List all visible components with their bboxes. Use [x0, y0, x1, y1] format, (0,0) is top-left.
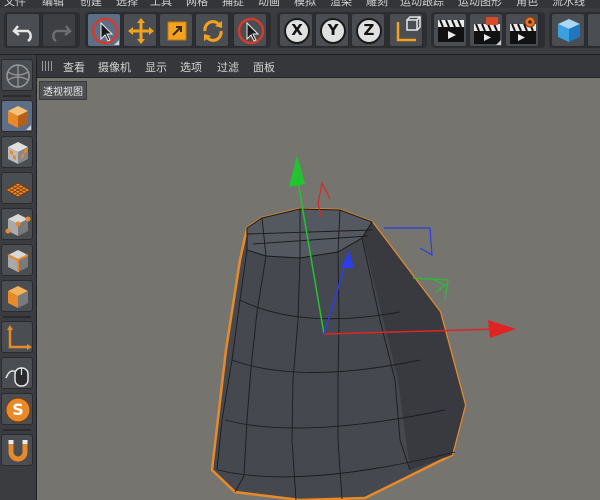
viewport-label[interactable]: 透视视图	[39, 81, 87, 100]
move-button[interactable]	[123, 13, 157, 47]
texture-mode-button[interactable]	[1, 136, 33, 168]
snap-button[interactable]: S	[1, 393, 33, 425]
main-menubar: 文件 编辑 创建 选择 工具 网格 捕捉 动画 模拟 渲染 雕刻 运动跟踪 运动…	[0, 0, 600, 8]
viewport-menu-panel[interactable]: 面板	[253, 59, 275, 75]
snap-label: S	[12, 400, 24, 419]
menu-simulate[interactable]: 模拟	[294, 0, 316, 8]
menu-mesh[interactable]: 网格	[186, 0, 208, 8]
scene-view[interactable]	[37, 78, 600, 500]
last-tool-button[interactable]	[233, 13, 267, 47]
submenu-indicator	[114, 40, 119, 45]
magnet-button[interactable]	[1, 434, 33, 466]
xy-plane-handle[interactable]	[317, 181, 331, 205]
axis-y-lock-button[interactable]: Y	[315, 13, 349, 47]
scale-button[interactable]	[159, 13, 193, 47]
menu-tools[interactable]: 工具	[150, 0, 172, 8]
scale-icon	[167, 21, 187, 41]
main-toolbar: X Y Z	[0, 8, 600, 55]
points-mode-button[interactable]	[1, 208, 33, 240]
perspective-viewport[interactable]: 透视视图	[37, 78, 600, 500]
menu-pipeline[interactable]: 流水线	[552, 0, 585, 8]
viewport-menu-view[interactable]: 查看	[63, 59, 85, 75]
edges-mode-icon	[7, 250, 29, 272]
menu-snap[interactable]: 捕捉	[222, 0, 244, 8]
last-tool-icon	[237, 17, 265, 45]
workplane-icon	[5, 182, 31, 198]
menu-edit[interactable]: 编辑	[42, 0, 64, 8]
polygons-mode-icon	[8, 286, 28, 308]
menu-mograph[interactable]: 运动图形	[458, 0, 502, 8]
polygons-mode-button[interactable]	[1, 280, 33, 312]
menu-render[interactable]: 渲染	[330, 0, 352, 8]
render-settings-icon	[510, 16, 536, 44]
axis-z-lock-button[interactable]: Z	[351, 13, 385, 47]
axis-mode-icon	[7, 325, 32, 350]
render-view-button[interactable]	[433, 13, 467, 47]
undo-button[interactable]	[6, 13, 40, 47]
redo-button[interactable]	[42, 13, 76, 47]
cube-object-button[interactable]	[551, 13, 585, 47]
axis-y-label: Y	[327, 21, 339, 39]
separator	[3, 316, 31, 318]
make-editable-icon	[6, 64, 30, 88]
y-axis-arrow[interactable]	[289, 155, 305, 187]
menu-select[interactable]: 选择	[116, 0, 138, 8]
points-mode-icon	[5, 214, 31, 236]
viewport-menubar: 查看 摄像机 显示 选项 过滤 面板	[37, 55, 600, 78]
tweak-mode-icon	[5, 367, 29, 387]
model-mode-button[interactable]	[1, 100, 33, 132]
edges-mode-button[interactable]	[1, 244, 33, 276]
viewport-menu-camera[interactable]: 摄像机	[98, 59, 131, 75]
panel-grip-icon[interactable]	[42, 61, 54, 71]
make-editable-button[interactable]	[1, 59, 33, 91]
submenu-indicator	[26, 125, 31, 130]
viewport-menu-filter[interactable]: 过滤	[217, 59, 239, 75]
live-select-button[interactable]	[87, 13, 121, 47]
menu-animate[interactable]: 动画	[258, 0, 280, 8]
menu-motion-tracker[interactable]: 运动跟踪	[400, 0, 444, 8]
magnet-icon	[8, 440, 28, 462]
separator	[3, 429, 31, 431]
viewport-menu-options[interactable]: 选项	[180, 59, 202, 75]
render-to-picture-viewer-button[interactable]	[469, 13, 503, 47]
redo-icon	[52, 25, 72, 43]
axis-x-label: X	[291, 21, 303, 39]
viewport-menu-display[interactable]: 显示	[145, 59, 167, 75]
axis-z-label: Z	[363, 21, 375, 39]
mode-toolbar: S	[0, 55, 37, 500]
menu-character[interactable]: 角色	[516, 0, 538, 8]
menu-create[interactable]: 创建	[80, 0, 102, 8]
next-object-button[interactable]	[587, 13, 600, 47]
move-icon	[128, 18, 154, 44]
cube-object-icon	[558, 19, 580, 42]
undo-icon	[12, 25, 32, 43]
axis-mode-button[interactable]	[1, 321, 33, 353]
menu-file[interactable]: 文件	[4, 0, 26, 8]
submenu-indicator	[496, 40, 501, 45]
menu-sculpt[interactable]: 雕刻	[366, 0, 388, 8]
render-settings-button[interactable]	[505, 13, 539, 47]
tweak-mode-button[interactable]	[1, 357, 33, 389]
x-axis-arrow[interactable]	[488, 320, 516, 338]
rotate-button[interactable]	[195, 13, 229, 47]
coordinate-system-button[interactable]	[389, 13, 423, 47]
axis-x-lock-button[interactable]: X	[279, 13, 313, 47]
separator	[3, 95, 31, 97]
render-view-icon	[438, 19, 464, 42]
texture-mode-icon	[8, 142, 28, 164]
coordinate-system-icon	[396, 16, 421, 42]
rotate-icon	[203, 20, 223, 42]
workplane-button[interactable]	[1, 172, 33, 204]
